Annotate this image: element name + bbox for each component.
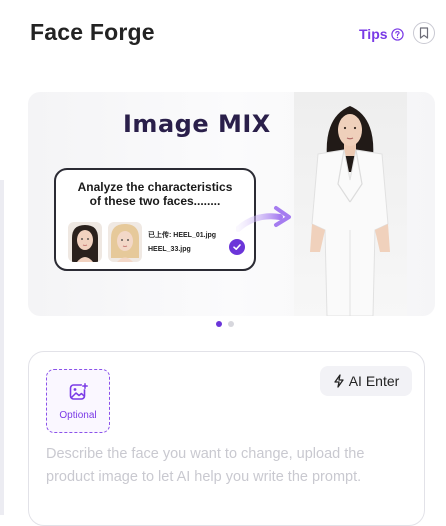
carousel-dot-1[interactable] xyxy=(216,321,222,327)
file-name-1: 已上传: HEEL_01.jpg xyxy=(148,232,217,239)
feature-banner[interactable]: Image MIX Analyze the characteristics of… xyxy=(28,92,435,316)
analyze-title-line2: of these two faces........ xyxy=(89,194,221,208)
bookmark-button[interactable] xyxy=(413,22,435,44)
prompt-card: Optional AI Enter Describe the face you … xyxy=(28,351,425,526)
analyze-card: Analyze the characteristics of these two… xyxy=(54,168,256,271)
tips-link[interactable]: Tips xyxy=(359,26,404,42)
left-scroll-edge xyxy=(0,180,4,515)
lightning-icon xyxy=(334,374,344,388)
image-add-icon xyxy=(69,382,89,400)
face-thumbnail-2 xyxy=(108,222,142,262)
arrow-right-icon xyxy=(236,206,291,232)
prompt-input[interactable]: Describe the face you want to change, up… xyxy=(46,443,406,489)
carousel-dots xyxy=(216,321,234,327)
page-title: Face Forge xyxy=(30,19,155,45)
tips-label: Tips xyxy=(359,26,388,42)
file-name-2: HEEL_33.jpg xyxy=(148,246,191,253)
face-thumbnail-1 xyxy=(68,222,102,262)
analyze-title: Analyze the characteristics of these two… xyxy=(56,180,254,208)
upload-label: Optional xyxy=(59,410,97,421)
bookmark-icon xyxy=(419,27,429,39)
ai-enter-button[interactable]: AI Enter xyxy=(320,366,412,396)
carousel-dot-2[interactable] xyxy=(228,321,234,327)
question-circle-icon xyxy=(390,27,404,41)
model-photo xyxy=(294,92,407,316)
image-upload-button[interactable]: Optional xyxy=(46,369,110,433)
check-circle-icon xyxy=(229,239,245,255)
ai-enter-label: AI Enter xyxy=(348,373,400,389)
banner-title: Image MIX xyxy=(123,110,271,138)
analyze-title-line1: Analyze the characteristics xyxy=(77,180,233,194)
